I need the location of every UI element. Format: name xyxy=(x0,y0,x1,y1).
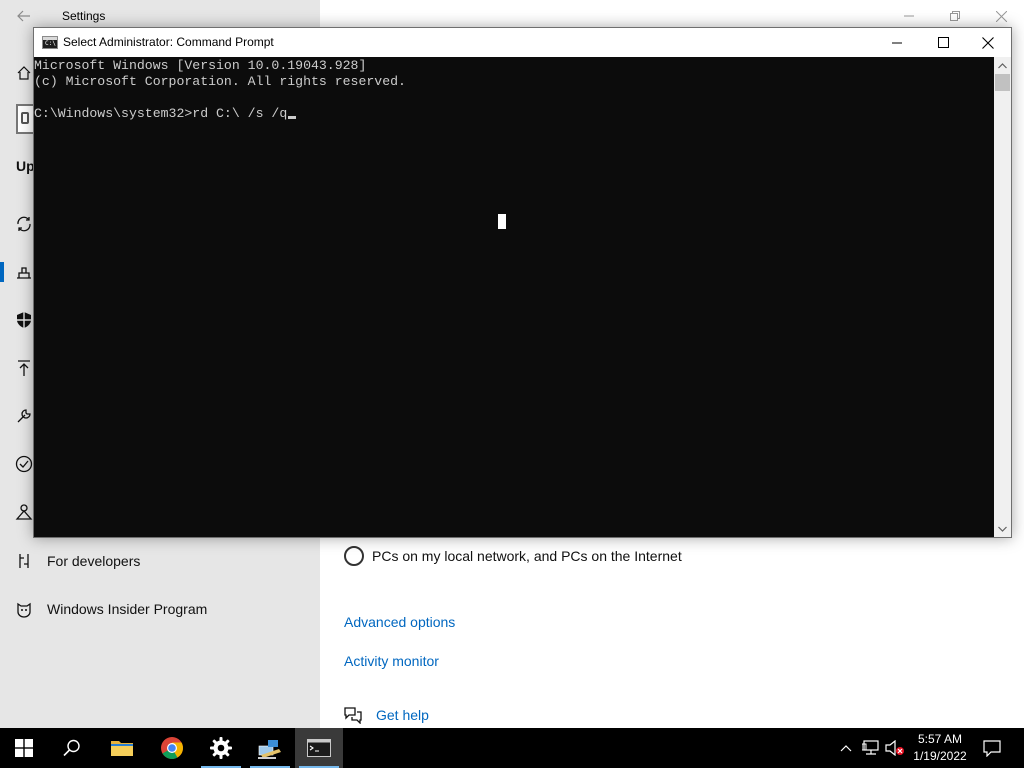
sidebar-item-windows-insider-program[interactable]: Windows Insider Program xyxy=(47,601,207,617)
chrome-icon xyxy=(161,737,183,759)
radio-local-network-and-internet-label[interactable]: PCs on my local network, and PCs on the … xyxy=(372,548,682,564)
cmd-taskbar-button[interactable] xyxy=(295,728,343,768)
activation-icon[interactable] xyxy=(14,454,34,474)
radio-local-network-and-internet[interactable] xyxy=(344,546,364,566)
shield-icon[interactable] xyxy=(14,310,34,330)
sidebar-item-for-developers[interactable]: For developers xyxy=(47,553,140,569)
taskbar-clock[interactable]: 5:57 AM 1/19/2022 xyxy=(906,731,974,765)
action-center-button[interactable] xyxy=(978,728,1006,768)
taskbar: 5:57 AM 1/19/2022 xyxy=(0,728,1024,768)
network-app-button[interactable] xyxy=(246,728,294,768)
console-prompt-line: C:\Windows\system32>rd C:\ /s /q xyxy=(34,106,297,122)
file-explorer-button[interactable] xyxy=(98,728,146,768)
cmd-window-icon-text: C:\ xyxy=(45,40,56,47)
cmd-window-title: Select Administrator: Command Prompt xyxy=(63,35,274,49)
settings-close-button[interactable] xyxy=(978,4,1024,28)
advanced-options-link[interactable]: Advanced options xyxy=(344,614,455,630)
scrollbar-thumb[interactable] xyxy=(995,74,1010,91)
get-help-link[interactable]: Get help xyxy=(376,707,429,723)
console-line-version: Microsoft Windows [Version 10.0.19043.92… xyxy=(34,58,367,73)
scroll-up-arrow-icon[interactable] xyxy=(994,57,1011,74)
show-hidden-icons-button[interactable] xyxy=(836,728,856,768)
settings-section-heading: Up xyxy=(16,158,35,174)
chevron-up-icon xyxy=(840,745,852,752)
clock-time: 5:57 AM xyxy=(917,732,963,746)
start-button[interactable] xyxy=(0,728,48,768)
sync-icon[interactable] xyxy=(14,214,34,234)
cmd-vertical-scrollbar[interactable] xyxy=(994,57,1011,537)
network-status-button[interactable] xyxy=(860,728,882,768)
network-wired-icon xyxy=(862,740,879,755)
cmd-maximize-button[interactable] xyxy=(920,28,966,57)
settings-taskbar-button[interactable] xyxy=(197,728,245,768)
cmd-console-area[interactable]: Microsoft Windows [Version 10.0.19043.92… xyxy=(34,57,994,537)
insider-cat-icon[interactable] xyxy=(14,599,34,619)
folder-icon xyxy=(111,741,133,756)
network-app-icon xyxy=(258,740,281,759)
get-help-icon xyxy=(343,706,363,725)
text-cursor xyxy=(288,116,297,119)
settings-title: Settings xyxy=(62,9,106,23)
developers-icon[interactable] xyxy=(14,551,34,571)
clock-date: 1/19/2022 xyxy=(913,749,967,763)
mouse-pointer-icon xyxy=(498,214,506,229)
console-line-copyright: (c) Microsoft Corporation. All rights re… xyxy=(34,74,406,89)
settings-minimize-button[interactable] xyxy=(886,4,932,28)
notification-icon xyxy=(983,740,1001,757)
find-device-icon[interactable] xyxy=(14,502,34,522)
command-prompt-window[interactable]: C:\ Select Administrator: Command Prompt… xyxy=(33,27,1012,538)
console-command-text: C:\Windows\system32>rd C:\ /s /q xyxy=(34,106,288,121)
search-button[interactable] xyxy=(48,728,96,768)
scroll-down-arrow-icon[interactable] xyxy=(994,520,1011,537)
cmd-close-button[interactable] xyxy=(965,28,1011,57)
activity-monitor-link[interactable]: Activity monitor xyxy=(344,653,439,669)
settings-restore-button[interactable] xyxy=(932,4,978,28)
cmd-minimize-button[interactable] xyxy=(874,28,920,57)
troubleshoot-icon[interactable] xyxy=(14,406,34,426)
windows-logo-icon xyxy=(15,739,33,757)
volume-button[interactable] xyxy=(884,728,906,768)
cmd-titlebar[interactable]: C:\ Select Administrator: Command Prompt xyxy=(34,28,1011,57)
delivery-optimization-icon[interactable] xyxy=(14,262,34,282)
back-arrow-icon[interactable] xyxy=(16,8,32,24)
search-icon xyxy=(63,739,80,757)
volume-muted-icon xyxy=(885,740,904,756)
backup-icon[interactable] xyxy=(14,358,34,378)
cmd-icon xyxy=(307,739,331,757)
selected-item-indicator xyxy=(0,262,4,282)
gear-icon xyxy=(210,737,232,759)
home-icon[interactable] xyxy=(14,63,34,83)
cmd-window-icon[interactable]: C:\ xyxy=(42,36,58,49)
chrome-button[interactable] xyxy=(148,728,196,768)
